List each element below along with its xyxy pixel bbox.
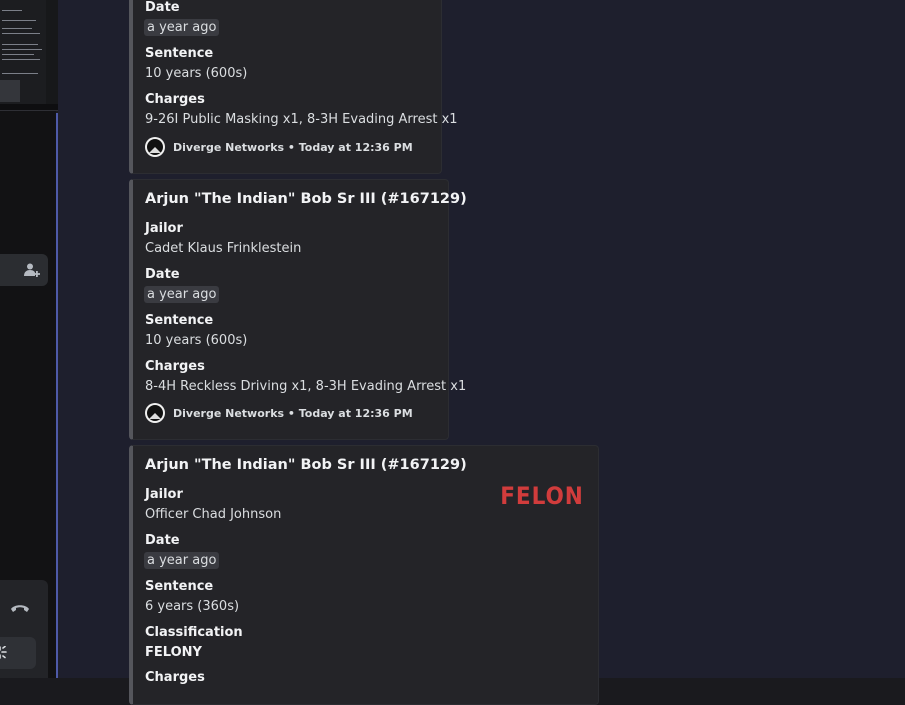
- field-value-jailor: Cadet Klaus Frinklestein: [145, 241, 302, 256]
- field-value-charges: 8-4H Reckless Driving x1, 8-3H Evading A…: [145, 379, 467, 394]
- field-name-sentence: Sentence: [145, 46, 214, 61]
- field-name-classification: Classification: [145, 625, 243, 640]
- field-name-sentence: Sentence: [145, 313, 214, 328]
- field-value-jailor: Officer Chad Johnson: [145, 507, 282, 522]
- footer-avatar: [145, 403, 165, 423]
- field-name-jailor: Jailor: [145, 487, 183, 502]
- embed-footer: Diverge Networks • Today at 12:36 PM: [145, 137, 413, 157]
- voice-panel: [0, 580, 48, 678]
- jail-embed: Arjun "The Indian" Bob Sr III (#167129) …: [129, 179, 467, 440]
- add-member-button[interactable]: [0, 254, 48, 286]
- jail-embed: Arjun "The Indian" Bob Sr III (#167129) …: [129, 445, 599, 705]
- footer-text: Diverge Networks • Today at 12:36 PM: [173, 140, 413, 154]
- embed-title: Arjun "The Indian" Bob Sr III (#167129): [145, 191, 467, 207]
- field-name-date: Date: [145, 0, 180, 15]
- field-name-date: Date: [145, 267, 180, 282]
- field-value-sentence: 10 years (600s): [145, 333, 248, 348]
- phone-hangup-icon[interactable]: [10, 602, 30, 614]
- field-value-sentence: 10 years (600s): [145, 66, 248, 81]
- embed-title: Arjun "The Indian" Bob Sr III (#167129): [145, 457, 467, 473]
- field-value-classification: FELONY: [145, 645, 202, 660]
- field-name-charges: Charges: [145, 92, 205, 107]
- field-name-sentence: Sentence: [145, 579, 214, 594]
- field-name-charges: Charges: [145, 359, 205, 374]
- field-value-charges: 9-26I Public Masking x1, 8-3H Evading Ar…: [145, 112, 458, 127]
- field-value-date[interactable]: a year ago: [144, 286, 220, 303]
- footer-avatar: [145, 137, 165, 157]
- preview-panel: [0, 0, 46, 104]
- jail-embed: Date a year ago Sentence 10 years (600s)…: [129, 0, 458, 174]
- felon-thumbnail[interactable]: FELON: [501, 482, 584, 510]
- activity-button[interactable]: [0, 637, 36, 669]
- embed-footer: Diverge Networks • Today at 12:36 PM: [145, 403, 413, 423]
- field-value-sentence: 6 years (360s): [145, 599, 240, 614]
- add-user-icon: [24, 263, 40, 277]
- field-value-date[interactable]: a year ago: [144, 19, 220, 36]
- footer-text: Diverge Networks • Today at 12:36 PM: [173, 406, 413, 420]
- field-value-date[interactable]: a year ago: [144, 552, 220, 569]
- loading-spinner-icon: [0, 646, 7, 659]
- field-name-jailor: Jailor: [145, 221, 183, 236]
- field-name-date: Date: [145, 533, 180, 548]
